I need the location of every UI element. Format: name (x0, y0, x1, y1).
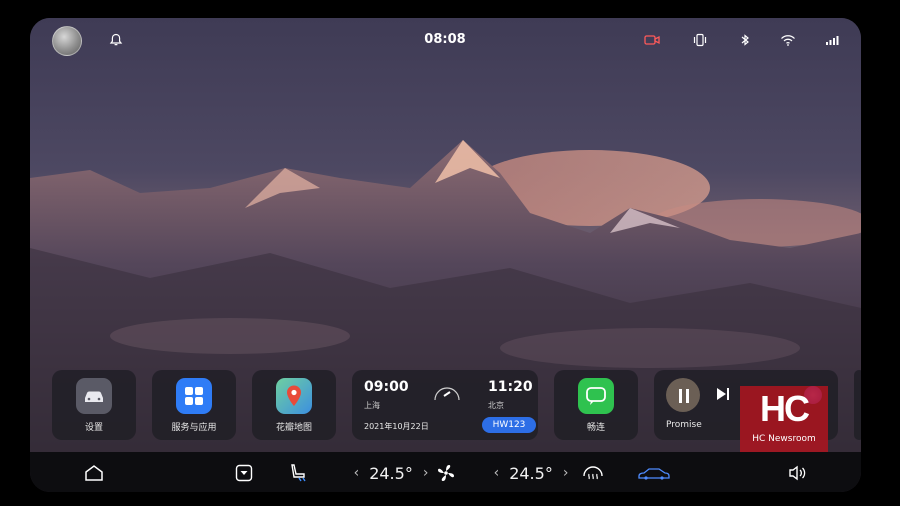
plane-icon (432, 384, 462, 406)
song-title: Promise (666, 420, 702, 430)
bell-icon[interactable] (106, 30, 126, 50)
user-avatar[interactable] (52, 26, 82, 56)
map-pin-icon (276, 378, 312, 414)
car-side-icon[interactable] (636, 462, 672, 484)
camera-icon[interactable] (642, 30, 662, 50)
right-temperature: 24.5° (509, 463, 553, 483)
left-temperature-control[interactable]: ‹ 24.5° › (336, 462, 446, 484)
app-card-chat[interactable]: 畅连 (554, 370, 638, 440)
status-clock: 08:08 (424, 32, 466, 47)
car-icon (76, 378, 112, 414)
down-arrow-icon[interactable] (232, 462, 256, 484)
right-temp-increase[interactable]: › (563, 465, 569, 481)
bluetooth-icon[interactable] (735, 30, 755, 50)
right-temperature-control[interactable]: ‹ 24.5° › (476, 462, 586, 484)
app-label-chat: 畅连 (586, 423, 605, 433)
app-label-services: 服务与应用 (171, 423, 217, 433)
arrive-time: 11:20 (488, 379, 533, 395)
right-temp-decrease[interactable]: ‹ (494, 465, 500, 481)
home-icon[interactable] (82, 462, 106, 484)
app-card-services[interactable]: 服务与应用 (152, 370, 236, 440)
left-temp-increase[interactable]: › (423, 465, 429, 481)
fan-icon[interactable] (434, 462, 458, 484)
flight-number: HW123 (492, 420, 526, 430)
hc-newsroom-text: HC Newsroom (752, 434, 816, 444)
app-card-maps[interactable]: 花瓣地图 (252, 370, 336, 440)
signal-icon (822, 30, 842, 50)
left-temp-decrease[interactable]: ‹ (354, 465, 360, 481)
hc-logo: HC (760, 388, 810, 429)
flight-number-badge: HW123 (482, 417, 536, 433)
depart-city: 上海 (364, 401, 380, 410)
seat-heat-icon[interactable] (286, 462, 312, 484)
hc-newsroom-watermark: HC HC Newsroom (740, 386, 828, 452)
wifi-icon[interactable] (778, 30, 798, 50)
status-bar: 08:08 (30, 18, 861, 62)
left-temperature: 24.5° (369, 463, 413, 483)
pause-icon[interactable] (674, 386, 694, 406)
flight-card[interactable]: 09:00 上海 11:20 北京 2021年10月22日 HW123 (352, 370, 538, 440)
chat-icon (578, 378, 614, 414)
vibrate-icon[interactable] (690, 30, 710, 50)
car-screen: 08:08 设置 服务与应用 花瓣地图 09:00 上海 11:20 北京 20… (30, 18, 861, 492)
defrost-icon[interactable] (580, 462, 606, 484)
arrive-city: 北京 (488, 401, 504, 410)
depart-time: 09:00 (364, 379, 409, 395)
app-card-settings[interactable]: 设置 (52, 370, 136, 440)
next-icon[interactable] (714, 385, 734, 405)
dock-overflow-card[interactable] (854, 370, 861, 440)
volume-icon[interactable] (784, 462, 810, 484)
flight-date: 2021年10月22日 (364, 422, 429, 431)
bottom-control-bar: ‹ 24.5° › ‹ 24.5° › (30, 452, 861, 492)
grid-icon (176, 378, 212, 414)
app-label-settings: 设置 (84, 423, 103, 433)
app-label-maps: 花瓣地图 (275, 423, 312, 433)
